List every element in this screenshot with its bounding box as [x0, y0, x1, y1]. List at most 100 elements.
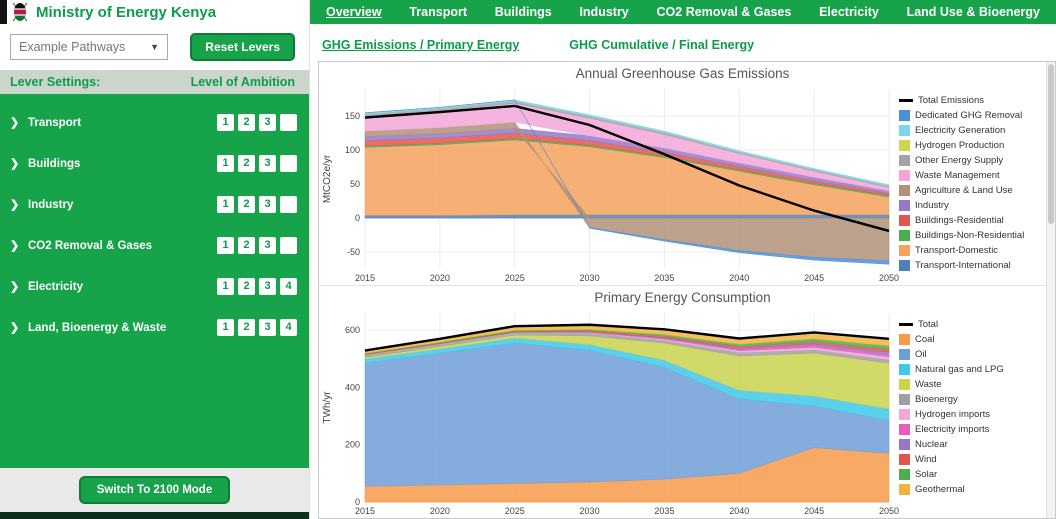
svg-text:2050: 2050	[879, 273, 899, 283]
level-2-button[interactable]: 2	[238, 319, 255, 336]
level-2-button[interactable]: 2	[238, 114, 255, 131]
legend-swatch	[899, 349, 910, 360]
legend-item[interactable]: Natural gas and LPG	[899, 362, 1044, 377]
level-1-button[interactable]: 1	[217, 155, 234, 172]
legend-item[interactable]: Geothermal	[899, 482, 1044, 497]
level-4-button[interactable]	[280, 196, 297, 213]
legend-swatch	[899, 323, 913, 326]
level-3-button[interactable]: 3	[259, 155, 276, 172]
svg-text:2035: 2035	[654, 273, 674, 283]
svg-text:0: 0	[355, 213, 360, 223]
chevron-right-icon[interactable]: ❯	[10, 198, 28, 211]
legend-item[interactable]: Wind	[899, 452, 1044, 467]
svg-text:2015: 2015	[355, 506, 375, 516]
level-1-button[interactable]: 1	[217, 114, 234, 131]
level-2-button[interactable]: 2	[238, 196, 255, 213]
lever-label: Land, Bioenergy & Waste	[28, 321, 167, 334]
level-4-button[interactable]: 4	[280, 278, 297, 295]
legend-swatch	[899, 364, 910, 375]
chevron-right-icon[interactable]: ❯	[10, 239, 28, 252]
nav-item-overview[interactable]: Overview	[326, 5, 382, 19]
switch-2100-mode-button[interactable]: Switch To 2100 Mode	[78, 476, 231, 504]
scrollbar-thumb[interactable]	[1048, 64, 1054, 224]
legend-swatch	[899, 155, 910, 166]
legend-item[interactable]: Total Emissions	[899, 93, 1044, 108]
chevron-right-icon[interactable]: ❯	[10, 116, 28, 129]
legend-item[interactable]: Hydrogen imports	[899, 407, 1044, 422]
lever-label: Industry	[28, 198, 74, 211]
level-3-button[interactable]: 3	[259, 196, 276, 213]
level-1-button[interactable]: 1	[217, 237, 234, 254]
legend-swatch	[899, 424, 910, 435]
legend-swatch	[899, 484, 910, 495]
legend-item[interactable]: Nuclear	[899, 437, 1044, 452]
nav-item-buildings[interactable]: Buildings	[495, 5, 552, 19]
lever-land-bioenergy-waste[interactable]: ❯ Land, Bioenergy & Waste 1 2 3 4	[0, 307, 309, 348]
level-3-button[interactable]: 3	[259, 237, 276, 254]
level-2-button[interactable]: 2	[238, 155, 255, 172]
subtab-ghg-primary-energy[interactable]: GHG Emissions / Primary Energy	[322, 38, 519, 52]
legend-item[interactable]: Buildings-Non-Residential	[899, 228, 1044, 243]
legend-label: Buildings-Non-Residential	[915, 230, 1025, 241]
legend-item[interactable]: Waste Management	[899, 168, 1044, 183]
level-3-button[interactable]: 3	[259, 319, 276, 336]
example-pathways-select[interactable]: Example Pathways ▼	[10, 34, 168, 60]
level-4-button[interactable]	[280, 114, 297, 131]
nav-item-electricity[interactable]: Electricity	[819, 5, 879, 19]
level-2-button[interactable]: 2	[238, 278, 255, 295]
lever-co2-removal-gases[interactable]: ❯ CO2 Removal & Gases 1 2 3	[0, 225, 309, 266]
legend-label: Hydrogen imports	[915, 409, 990, 420]
chart-plot-area: 0 200 400 600 2015 2020 2025 2030 2035 2040 2045 20…	[319, 305, 1046, 518]
reset-levers-button[interactable]: Reset Levers	[190, 33, 295, 61]
legend-item[interactable]: Solar	[899, 467, 1044, 482]
legend-item[interactable]: Transport-International	[899, 258, 1044, 273]
level-1-button[interactable]: 1	[217, 319, 234, 336]
level-3-button[interactable]: 3	[259, 278, 276, 295]
level-buttons: 1 2 3	[217, 155, 297, 172]
svg-text:2015: 2015	[355, 273, 375, 283]
legend-item[interactable]: Oil	[899, 347, 1044, 362]
legend-item[interactable]: Electricity imports	[899, 422, 1044, 437]
legend-item[interactable]: Electricity Generation	[899, 123, 1044, 138]
legend-item[interactable]: Total	[899, 317, 1044, 332]
level-3-button[interactable]: 3	[259, 114, 276, 131]
chart-legend: Total Emissions Dedicated GHG Removal Elec…	[899, 81, 1044, 285]
nav-item-transport[interactable]: Transport	[409, 5, 467, 19]
level-4-button[interactable]	[280, 155, 297, 172]
level-4-button[interactable]	[280, 237, 297, 254]
svg-text:2020: 2020	[430, 506, 450, 516]
level-1-button[interactable]: 1	[217, 278, 234, 295]
lever-transport[interactable]: ❯ Transport 1 2 3	[0, 102, 309, 143]
lever-electricity[interactable]: ❯ Electricity 1 2 3 4	[0, 266, 309, 307]
legend-item[interactable]: Bioenergy	[899, 392, 1044, 407]
legend-item[interactable]: Other Energy Supply	[899, 153, 1044, 168]
lever-buildings[interactable]: ❯ Buildings 1 2 3	[0, 143, 309, 184]
legend-swatch	[899, 215, 910, 226]
legend-item[interactable]: Coal	[899, 332, 1044, 347]
lever-industry[interactable]: ❯ Industry 1 2 3	[0, 184, 309, 225]
legend-swatch	[899, 140, 910, 151]
legend-label: Total	[918, 319, 939, 330]
lever-label: CO2 Removal & Gases	[28, 239, 153, 252]
legend-item[interactable]: Hydrogen Production	[899, 138, 1044, 153]
chevron-right-icon[interactable]: ❯	[10, 321, 28, 334]
legend-swatch	[899, 409, 910, 420]
level-1-button[interactable]: 1	[217, 196, 234, 213]
legend-item[interactable]: Buildings-Residential	[899, 213, 1044, 228]
chevron-right-icon[interactable]: ❯	[10, 280, 28, 293]
app-window: Ministry of Energy Kenya Example Pathway…	[0, 0, 1056, 519]
level-2-button[interactable]: 2	[238, 237, 255, 254]
nav-item-land-use-bioenergy[interactable]: Land Use & Bioenergy	[907, 5, 1040, 19]
legend-item[interactable]: Waste	[899, 377, 1044, 392]
nav-item-industry[interactable]: Industry	[579, 5, 628, 19]
level-buttons: 1 2 3 4	[217, 278, 297, 295]
legend-swatch	[899, 379, 910, 390]
subtab-ghg-cumulative-final-energy[interactable]: GHG Cumulative / Final Energy	[569, 38, 754, 52]
legend-item[interactable]: Transport-Domestic	[899, 243, 1044, 258]
chevron-right-icon[interactable]: ❯	[10, 157, 28, 170]
legend-item[interactable]: Dedicated GHG Removal	[899, 108, 1044, 123]
legend-item[interactable]: Industry	[899, 198, 1044, 213]
nav-item-co2-removal-gases[interactable]: CO2 Removal & Gases	[657, 5, 792, 19]
legend-item[interactable]: Agriculture & Land Use	[899, 183, 1044, 198]
level-4-button[interactable]: 4	[280, 319, 297, 336]
